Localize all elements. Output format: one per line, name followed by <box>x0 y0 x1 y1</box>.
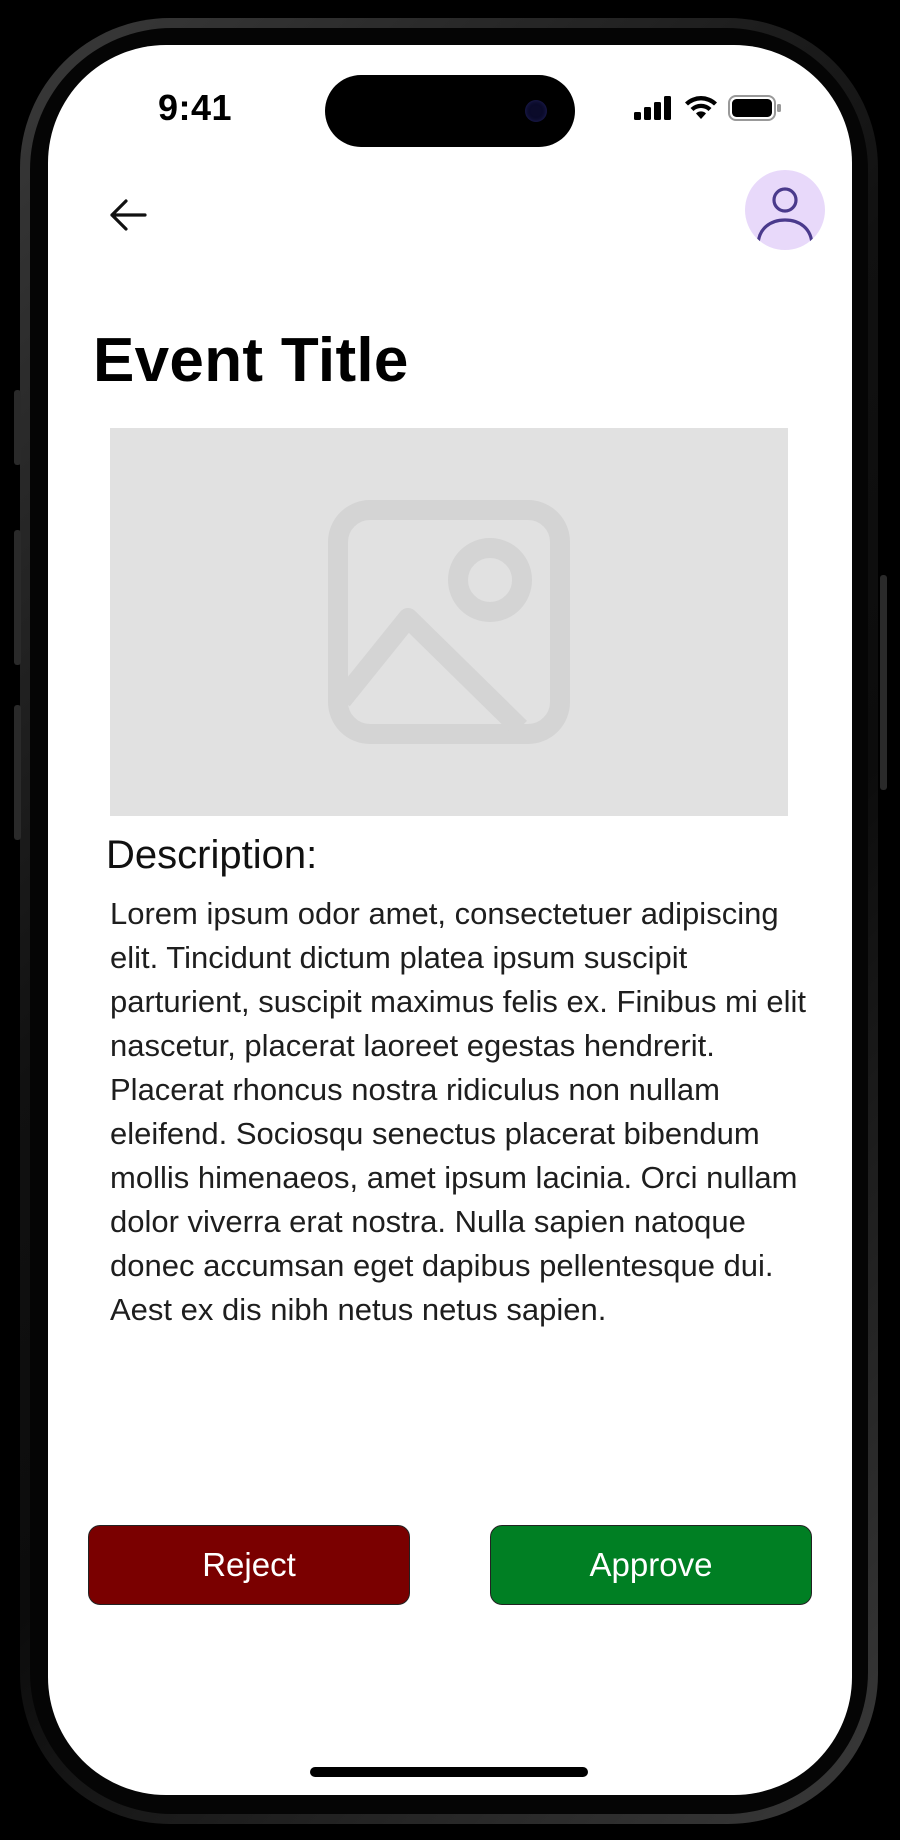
status-icons <box>634 95 782 121</box>
volume-down-button <box>14 705 21 840</box>
battery-icon <box>728 95 781 121</box>
avatar[interactable] <box>745 170 825 250</box>
back-button[interactable] <box>98 185 158 245</box>
event-image-placeholder <box>110 428 788 816</box>
wifi-icon <box>685 96 717 119</box>
phone-device: 9:41 Event Title Description: Lorem ipsu… <box>0 0 900 1840</box>
front-camera <box>525 100 547 122</box>
page-title: Event Title <box>93 326 409 395</box>
user-icon <box>756 187 814 247</box>
reject-button[interactable]: Reject <box>88 1525 410 1605</box>
volume-up-button <box>14 530 21 665</box>
dynamic-island <box>325 75 575 147</box>
approve-button[interactable]: Approve <box>490 1525 812 1605</box>
status-time: 9:41 <box>158 87 233 128</box>
silent-switch <box>14 390 21 465</box>
cellular-signal-icon <box>634 96 671 120</box>
description-label: Description: <box>106 833 318 877</box>
arrow-left-icon <box>110 199 147 231</box>
description-text: Lorem ipsum odor amet, consectetuer adip… <box>110 896 807 1327</box>
app-screen: 9:41 Event Title Description: Lorem ipsu… <box>48 45 852 1795</box>
home-indicator[interactable] <box>310 1767 588 1777</box>
image-placeholder-icon <box>328 500 570 744</box>
power-button <box>880 575 887 790</box>
